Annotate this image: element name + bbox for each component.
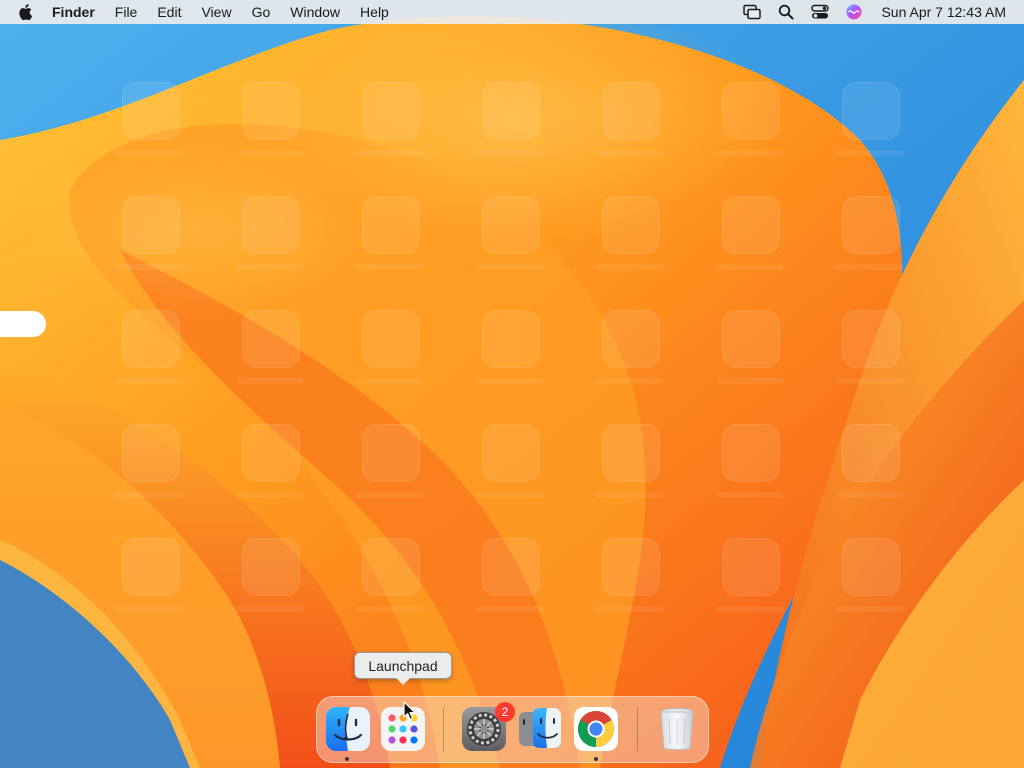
running-indicator-finder: [345, 757, 349, 761]
dock-item-trash[interactable]: [652, 704, 702, 754]
dock-item-migration-assistant[interactable]: [515, 704, 565, 754]
mouse-cursor-icon: [403, 701, 416, 720]
menu-file[interactable]: File: [105, 0, 148, 24]
trash-icon: [660, 708, 694, 750]
dock-item-finder[interactable]: [323, 704, 373, 754]
desktop-wallpaper: [0, 0, 1024, 768]
menu-help[interactable]: Help: [350, 0, 399, 24]
screen-mirroring-icon[interactable]: [741, 1, 763, 23]
dock-item-chrome[interactable]: [571, 704, 621, 754]
dock-separator: [443, 707, 444, 751]
dock-separator: [637, 707, 638, 751]
menu-bar: Finder File Edit View Go Window Help Sun…: [0, 0, 1024, 24]
chrome-icon: [574, 707, 618, 751]
siri-icon[interactable]: [843, 1, 865, 23]
dock-tooltip: Launchpad: [354, 652, 452, 679]
menu-go[interactable]: Go: [242, 0, 281, 24]
search-icon[interactable]: [775, 1, 797, 23]
migration-assistant-icon: [519, 708, 561, 748]
notification-badge: 2: [495, 702, 515, 722]
running-indicator-chrome: [594, 757, 598, 761]
dock: 2: [316, 696, 709, 763]
menu-edit[interactable]: Edit: [147, 0, 191, 24]
menu-app-name[interactable]: Finder: [40, 0, 105, 24]
menu-bar-clock[interactable]: Sun Apr 7 12:43 AM: [881, 4, 1006, 20]
menu-window[interactable]: Window: [280, 0, 350, 24]
edge-highlight: [0, 311, 46, 337]
menu-bar-status-area: Sun Apr 7 12:43 AM: [735, 0, 1024, 24]
dock-tooltip-arrow: [396, 678, 410, 685]
apple-menu-icon[interactable]: [12, 0, 40, 24]
finder-icon: [326, 707, 370, 751]
menu-view[interactable]: View: [191, 0, 241, 24]
control-center-icon[interactable]: [809, 1, 831, 23]
